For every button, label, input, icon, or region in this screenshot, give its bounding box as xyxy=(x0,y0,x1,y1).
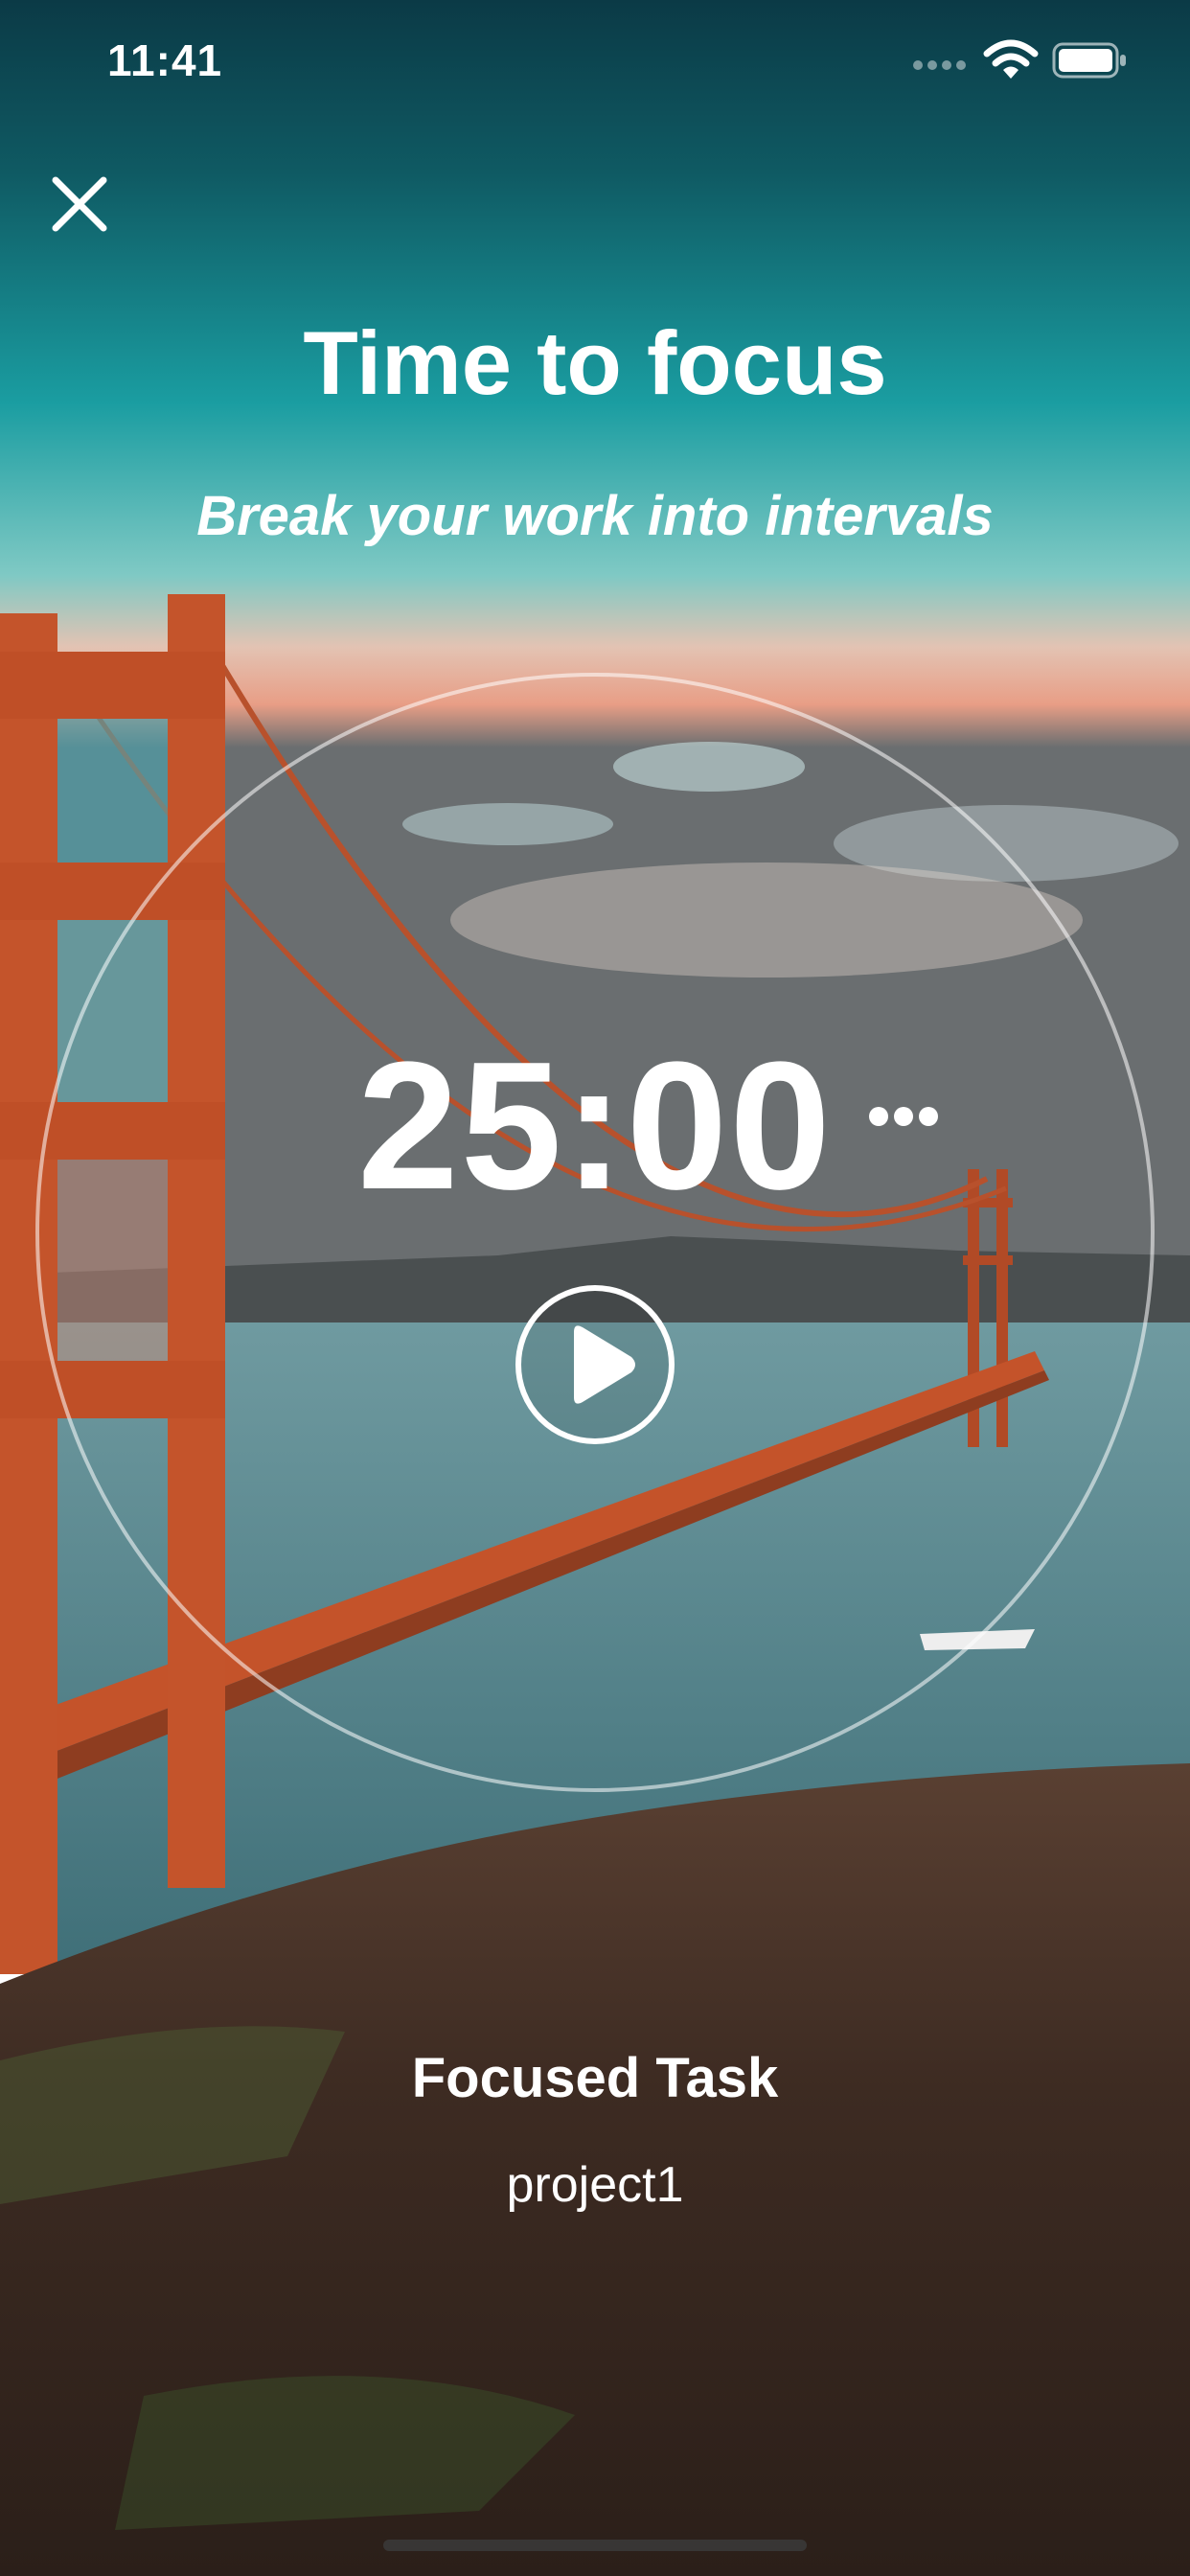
page-subtitle: Break your work into intervals xyxy=(196,485,994,547)
battery-icon xyxy=(1052,42,1126,79)
status-bar: 11:41 xyxy=(0,0,1190,134)
home-indicator[interactable] xyxy=(383,2540,807,2551)
page-title: Time to focus xyxy=(303,312,887,413)
timer-display: 25:00 xyxy=(357,1024,833,1228)
focus-screen: 11:41 Time to focus Break your work into… xyxy=(0,0,1190,2576)
ellipsis-icon[interactable] xyxy=(867,1102,940,1131)
status-time: 11:41 xyxy=(107,35,223,85)
task-name[interactable]: project1 xyxy=(0,2156,1190,2214)
task-label: Focused Task xyxy=(411,2047,779,2109)
play-button[interactable] xyxy=(515,1284,675,1445)
cellular-signal-icon xyxy=(913,60,966,70)
close-icon[interactable] xyxy=(48,172,111,236)
wifi-icon xyxy=(983,39,1039,79)
timer-ring xyxy=(35,673,1155,1792)
